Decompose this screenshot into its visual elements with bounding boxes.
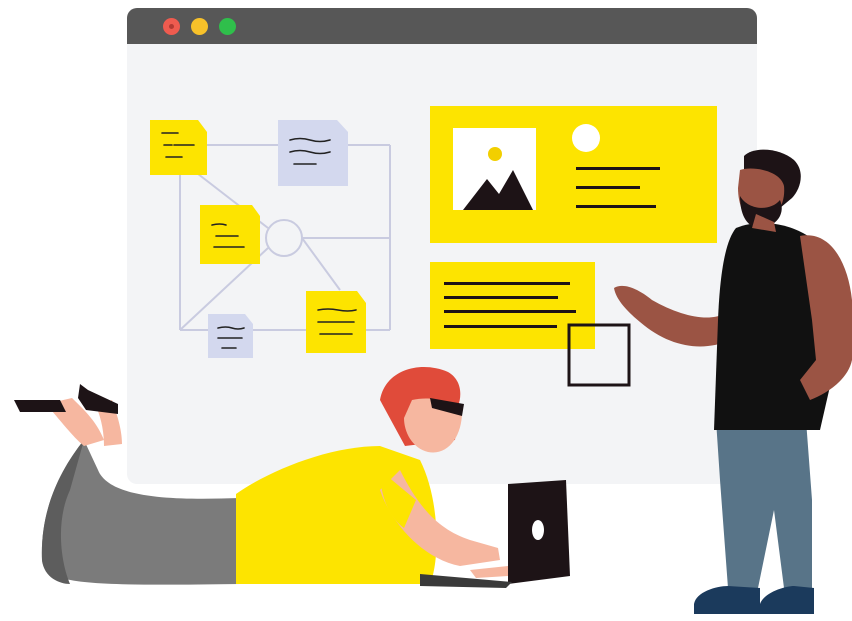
- circle-avatar-icon: [572, 124, 600, 152]
- sticky-note-icon: [306, 291, 366, 353]
- content-card: [430, 106, 717, 243]
- sticky-note-icon: [150, 120, 207, 175]
- illustration-scene: [0, 0, 852, 621]
- illustration-canvas: [14, 106, 852, 614]
- person-lying-with-laptop: [14, 367, 570, 588]
- sticky-note-icon: [278, 120, 348, 186]
- sticky-note-icon: [200, 205, 260, 264]
- sticky-note-icon: [208, 314, 253, 358]
